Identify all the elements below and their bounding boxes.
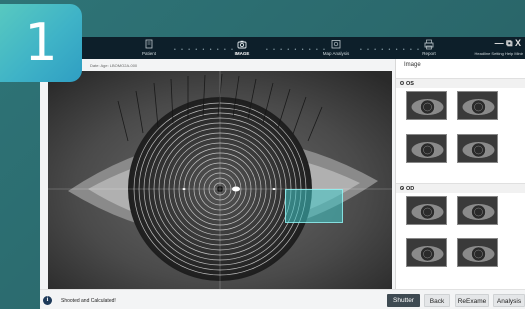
- od-thumbnail[interactable]: [457, 238, 498, 267]
- nav-image-label: IMAGE: [234, 51, 250, 56]
- os-thumbnail[interactable]: [406, 134, 447, 163]
- printer-icon: [424, 39, 434, 50]
- nav-map-analysis-label: Map Analysis: [322, 51, 350, 56]
- image-panel: Image OS OD: [395, 59, 525, 289]
- od-radio[interactable]: [400, 186, 404, 191]
- step-number-badge: 1: [0, 4, 82, 82]
- od-section-header[interactable]: OD: [396, 183, 525, 193]
- od-thumbnail[interactable]: [406, 196, 447, 225]
- nav-report[interactable]: Report: [399, 39, 459, 56]
- status-bar: i Shooted and Calculated! Shutter Back R…: [40, 289, 525, 309]
- analysis-button[interactable]: Analysis: [493, 294, 525, 307]
- eye-image-view[interactable]: [48, 71, 392, 289]
- od-thumbnail[interactable]: [406, 238, 447, 267]
- status-message: Shooted and Calculated!: [61, 297, 116, 304]
- measurement-overlay: [285, 189, 343, 223]
- os-thumbnail[interactable]: [406, 91, 447, 120]
- os-label: OS: [406, 81, 414, 87]
- nav-report-label: Report: [422, 51, 436, 56]
- os-radio[interactable]: [400, 81, 404, 86]
- window-controls[interactable]: — ⧉ X: [495, 38, 521, 49]
- patient-icon: [145, 39, 153, 49]
- patient-info-bar: Date: Age: LBOMO2A-000: [40, 59, 395, 71]
- nav-map-analysis[interactable]: Map Analysis: [306, 39, 366, 56]
- top-navigation-bar: Patient • • • • • • • • • IMAGE • • • • …: [40, 37, 525, 59]
- os-section-header[interactable]: OS: [396, 78, 525, 88]
- window-links[interactable]: Headline Setting Help Minir: [475, 51, 523, 56]
- app-window: Patient • • • • • • • • • IMAGE • • • • …: [40, 37, 525, 309]
- nav-image[interactable]: IMAGE: [212, 39, 272, 56]
- od-thumbnail[interactable]: [457, 196, 498, 225]
- os-thumbnail[interactable]: [457, 91, 498, 120]
- camera-icon: [237, 40, 247, 49]
- info-icon: i: [43, 296, 52, 305]
- od-label: OD: [406, 186, 415, 192]
- os-thumbnail[interactable]: [457, 134, 498, 163]
- nav-patient[interactable]: Patient: [119, 39, 179, 56]
- reexame-button[interactable]: ReExame: [455, 294, 489, 307]
- panel-title: Image: [404, 62, 421, 68]
- eye-image: [48, 71, 392, 289]
- nav-patient-label: Patient: [141, 51, 156, 56]
- map-icon: [331, 40, 341, 49]
- shutter-button[interactable]: Shutter: [387, 294, 420, 307]
- back-button[interactable]: Back: [424, 294, 450, 307]
